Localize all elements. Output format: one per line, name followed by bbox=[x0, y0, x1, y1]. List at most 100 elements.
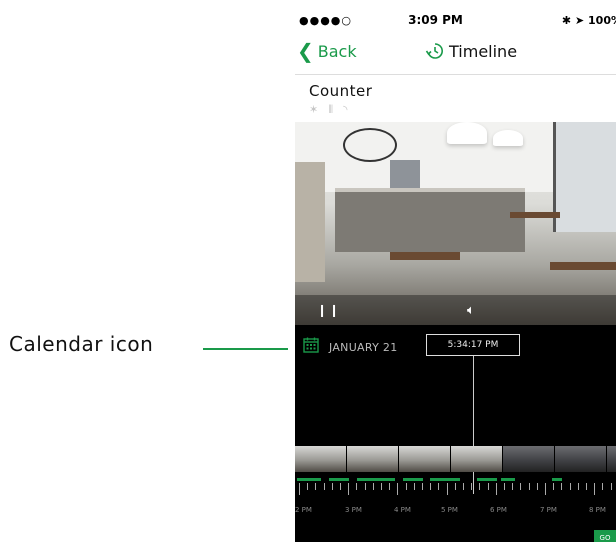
ruler-tick bbox=[389, 483, 391, 490]
thumbnail[interactable] bbox=[295, 446, 346, 472]
status-right-indicators: ✱ ➤ 100% bbox=[561, 14, 616, 27]
thumbnail[interactable] bbox=[555, 446, 606, 472]
ruler-tick bbox=[610, 483, 612, 490]
clock-history-icon bbox=[425, 41, 445, 61]
hour-label: 6 PM bbox=[490, 506, 507, 514]
ruler-tick bbox=[602, 483, 604, 490]
ruler-tick bbox=[495, 483, 497, 495]
ruler-tick bbox=[471, 483, 473, 490]
ruler-tick bbox=[454, 483, 456, 490]
ruler-tick bbox=[372, 483, 374, 490]
thumbnail[interactable] bbox=[607, 446, 616, 472]
ruler-tick bbox=[405, 483, 407, 490]
event-marker[interactable] bbox=[297, 478, 321, 481]
ruler-tick bbox=[315, 483, 317, 490]
ruler-tick bbox=[446, 483, 448, 495]
ruler-tick bbox=[479, 483, 481, 490]
ruler-tick bbox=[331, 483, 333, 490]
ruler-tick bbox=[504, 483, 505, 490]
thumbnail[interactable] bbox=[451, 446, 502, 472]
ruler-tick bbox=[364, 483, 366, 490]
speaker-icon[interactable]: 🔈︎ bbox=[467, 303, 475, 318]
video-frame-lamp bbox=[493, 130, 523, 146]
video-frame-counter bbox=[335, 192, 525, 252]
ruler-tick bbox=[422, 483, 423, 490]
ruler-tick bbox=[307, 483, 309, 490]
video-player[interactable]: ❙❙ 🔈︎ bbox=[295, 122, 616, 325]
hour-labels: 2 PM 3 PM 4 PM 5 PM 6 PM 7 PM 8 PM bbox=[295, 506, 616, 518]
event-marker[interactable] bbox=[403, 478, 423, 481]
ruler-tick bbox=[553, 483, 555, 490]
hour-label: 5 PM bbox=[441, 506, 458, 514]
go-button[interactable]: GO bbox=[594, 530, 616, 542]
nav-bar: ❮ Back Timeline bbox=[295, 32, 616, 75]
phone-screen: ●●●●○ 3:09 PM ✱ ➤ 100% ❮ Back Timeline C… bbox=[295, 10, 616, 542]
ruler-tick bbox=[528, 483, 530, 490]
selected-date: JANUARY 21 bbox=[329, 340, 398, 354]
callout-pointer-line bbox=[203, 348, 288, 350]
event-marker[interactable] bbox=[501, 478, 515, 481]
video-frame-table bbox=[550, 262, 616, 270]
timeline-cursor[interactable] bbox=[473, 356, 474, 494]
video-frame-table bbox=[390, 252, 460, 260]
event-marker[interactable] bbox=[477, 478, 497, 481]
device-status-icons: ✶ ⦀ ◝ bbox=[309, 103, 347, 117]
event-marker[interactable] bbox=[329, 478, 349, 481]
current-time-box: 5:34:17 PM bbox=[426, 334, 520, 356]
ruler-tick bbox=[520, 483, 522, 490]
device-name: Counter bbox=[309, 82, 373, 100]
ruler-tick bbox=[397, 483, 399, 495]
hour-label: 2 PM bbox=[295, 506, 312, 514]
wifi-icon: ◝ bbox=[343, 103, 348, 116]
ruler-tick bbox=[586, 483, 587, 490]
ruler-tick bbox=[381, 483, 382, 490]
ruler-tick bbox=[340, 483, 341, 490]
thumbnail-strip[interactable] bbox=[295, 446, 616, 472]
ruler-tick bbox=[356, 483, 358, 490]
ruler-tick bbox=[594, 483, 596, 495]
back-button[interactable]: ❮ Back bbox=[297, 41, 357, 61]
thumbnail[interactable] bbox=[503, 446, 554, 472]
thumbnail[interactable] bbox=[347, 446, 398, 472]
time-ruler bbox=[295, 483, 616, 495]
video-frame-window bbox=[553, 122, 616, 232]
event-markers bbox=[295, 478, 616, 481]
title-text: Timeline bbox=[449, 41, 518, 61]
calendar-icon[interactable] bbox=[303, 337, 319, 357]
vibration-icon: ⦀ bbox=[328, 103, 334, 116]
hour-label: 4 PM bbox=[394, 506, 411, 514]
hour-label: 3 PM bbox=[345, 506, 362, 514]
page-title: Timeline bbox=[425, 41, 517, 61]
ruler-tick bbox=[536, 483, 538, 490]
ruler-tick bbox=[487, 483, 489, 490]
ruler-tick bbox=[545, 483, 546, 495]
pause-icon[interactable]: ❙❙ bbox=[317, 303, 341, 317]
callout-label: Calendar icon bbox=[9, 332, 154, 356]
hour-label: 7 PM bbox=[540, 506, 557, 514]
event-marker[interactable] bbox=[552, 478, 562, 481]
ruler-tick bbox=[569, 483, 571, 490]
event-marker[interactable] bbox=[357, 478, 395, 481]
ruler-tick bbox=[561, 483, 563, 490]
back-label: Back bbox=[317, 41, 357, 61]
video-frame-shelf bbox=[295, 162, 325, 282]
ruler-tick bbox=[299, 483, 300, 495]
chevron-left-icon: ❮ bbox=[297, 39, 314, 63]
status-bar: ●●●●○ 3:09 PM ✱ ➤ 100% bbox=[295, 10, 616, 32]
ruler-tick bbox=[438, 483, 440, 490]
video-controls-bar: ❙❙ 🔈︎ bbox=[295, 295, 616, 325]
ruler-tick bbox=[348, 483, 350, 495]
video-frame-lamp bbox=[447, 122, 487, 144]
timeline-panel: JANUARY 21 5:34:17 PM 2 PM 3 PM 4 PM 5 P… bbox=[295, 325, 616, 542]
event-marker[interactable] bbox=[430, 478, 460, 481]
video-frame-bike bbox=[343, 128, 397, 162]
ruler-tick bbox=[413, 483, 415, 490]
thumbnail[interactable] bbox=[399, 446, 450, 472]
ruler-tick bbox=[512, 483, 514, 490]
ruler-tick bbox=[463, 483, 464, 490]
hour-label: 8 PM bbox=[589, 506, 606, 514]
date-selector[interactable]: JANUARY 21 bbox=[303, 337, 398, 357]
motion-icon: ✶ bbox=[309, 103, 319, 116]
ruler-tick bbox=[577, 483, 579, 490]
ruler-tick bbox=[430, 483, 432, 490]
